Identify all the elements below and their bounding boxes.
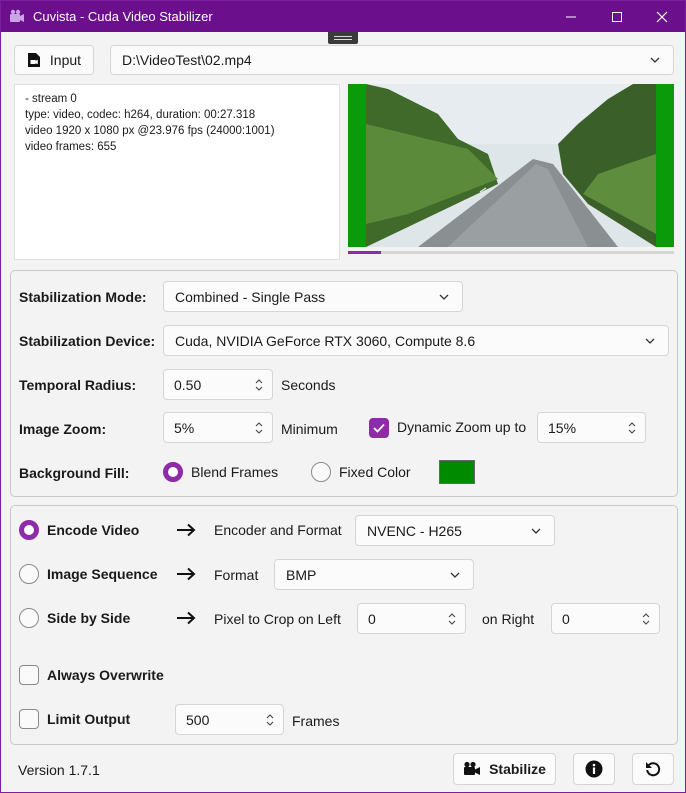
preview-progress-track[interactable] bbox=[348, 251, 674, 254]
crop-left-value: 0 bbox=[368, 610, 376, 627]
maximize-button[interactable] bbox=[594, 1, 640, 32]
chevron-down-icon bbox=[645, 338, 655, 344]
fixed-color-label: Fixed Color bbox=[339, 464, 411, 480]
info-line: - stream 0 bbox=[25, 93, 77, 105]
encode-video-radio[interactable] bbox=[19, 520, 39, 540]
preview-progress-fill bbox=[348, 251, 381, 254]
limit-frames-value: 500 bbox=[186, 711, 210, 728]
image-zoom-suffix: Minimum bbox=[281, 421, 338, 437]
image-sequence-radio[interactable] bbox=[19, 564, 39, 584]
limit-frames-spinbox[interactable]: 500 bbox=[175, 704, 284, 735]
info-line: video frames: 655 bbox=[25, 141, 117, 153]
dynamic-zoom-checkbox[interactable] bbox=[369, 418, 389, 438]
image-sequence-label: Image Sequence bbox=[47, 566, 158, 582]
temporal-radius-unit: Seconds bbox=[281, 377, 336, 393]
arrow-right-icon bbox=[177, 523, 196, 537]
version-label: Version 1.7.1 bbox=[18, 762, 100, 778]
image-zoom-value: 5% bbox=[174, 419, 195, 436]
side-by-side-label: Side by Side bbox=[47, 610, 131, 626]
reset-icon bbox=[646, 762, 661, 777]
background-fill-label: Background Fill: bbox=[19, 465, 130, 481]
side-by-side-radio[interactable] bbox=[19, 608, 39, 628]
input-file-path: D:\VideoTest\02.mp4 bbox=[122, 52, 252, 68]
close-button[interactable] bbox=[639, 1, 685, 32]
spin-arrows-icon[interactable] bbox=[254, 378, 264, 392]
stabilization-mode-label: Stabilization Mode: bbox=[19, 289, 147, 305]
spin-arrows-icon[interactable] bbox=[447, 612, 457, 626]
encoder-format-label: Encoder and Format bbox=[214, 522, 342, 538]
blend-frames-label: Blend Frames bbox=[191, 464, 279, 480]
spin-arrows-icon[interactable] bbox=[265, 713, 275, 727]
crop-left-spinbox[interactable]: 0 bbox=[357, 603, 466, 634]
video-preview bbox=[348, 84, 674, 247]
close-icon bbox=[656, 11, 668, 22]
file-icon bbox=[27, 53, 40, 67]
info-button[interactable] bbox=[573, 753, 615, 785]
on-right-label: on Right bbox=[482, 611, 535, 627]
app-logo-icon bbox=[10, 9, 24, 22]
always-overwrite-checkbox[interactable] bbox=[19, 665, 39, 685]
minimize-button[interactable] bbox=[548, 1, 594, 32]
temporal-radius-spinbox[interactable]: 0.50 bbox=[163, 369, 273, 400]
stabilize-button-label: Stabilize bbox=[489, 761, 546, 777]
panel-drag-handle[interactable] bbox=[328, 32, 358, 44]
reset-button[interactable] bbox=[632, 753, 674, 785]
image-format-combo[interactable]: BMP bbox=[274, 559, 474, 590]
stabilization-device-label: Stabilization Device: bbox=[19, 333, 156, 349]
info-line: type: video, codec: h264, duration: 00:2… bbox=[25, 109, 256, 121]
checkmark-icon bbox=[373, 423, 385, 433]
crop-right-value: 0 bbox=[562, 610, 570, 627]
window-title: Cuvista - Cuda Video Stabilizer bbox=[33, 9, 213, 24]
info-icon bbox=[585, 760, 603, 778]
limit-output-checkbox[interactable] bbox=[19, 709, 39, 729]
encoder-format-combo[interactable]: NVENC - H265 bbox=[355, 515, 555, 546]
spin-arrows-icon[interactable] bbox=[627, 421, 637, 435]
minimize-icon bbox=[566, 16, 576, 17]
video-info-panel: - stream 0 type: video, codec: h264, dur… bbox=[14, 84, 340, 260]
chevron-down-icon bbox=[439, 294, 449, 300]
stabilization-mode-combo[interactable]: Combined - Single Pass bbox=[163, 281, 463, 312]
info-line: video 1920 x 1080 px @23.976 fps (24000:… bbox=[25, 125, 275, 137]
stabilization-device-combo[interactable]: Cuda, NVIDIA GeForce RTX 3060, Compute 8… bbox=[163, 325, 669, 356]
always-overwrite-label: Always Overwrite bbox=[47, 667, 164, 683]
input-button-label: Input bbox=[49, 52, 82, 68]
stabilize-button[interactable]: Stabilize bbox=[453, 753, 556, 785]
chevron-down-icon bbox=[650, 57, 660, 63]
video-frame-image bbox=[348, 84, 674, 247]
fixed-color-swatch[interactable] bbox=[439, 460, 475, 484]
video-camera-icon bbox=[464, 761, 481, 775]
spin-arrows-icon[interactable] bbox=[254, 421, 264, 435]
temporal-radius-label: Temporal Radius: bbox=[19, 377, 137, 393]
arrow-right-icon bbox=[177, 611, 196, 625]
image-zoom-spinbox[interactable]: 5% bbox=[163, 412, 273, 443]
chevron-down-icon bbox=[450, 572, 460, 578]
image-zoom-label: Image Zoom: bbox=[19, 421, 107, 437]
limit-output-label: Limit Output bbox=[47, 711, 131, 727]
temporal-radius-value: 0.50 bbox=[174, 376, 202, 393]
dynamic-zoom-value: 15% bbox=[548, 419, 577, 436]
input-file-combo[interactable]: D:\VideoTest\02.mp4 bbox=[110, 45, 674, 75]
title-bar: Cuvista - Cuda Video Stabilizer bbox=[1, 1, 685, 32]
app-window: Cuvista - Cuda Video Stabilizer Input D:… bbox=[0, 0, 686, 793]
frames-label: Frames bbox=[292, 713, 340, 729]
crop-left-label: Pixel to Crop on Left bbox=[214, 611, 341, 627]
chevron-down-icon bbox=[531, 528, 541, 534]
fixed-color-radio[interactable] bbox=[311, 462, 331, 482]
image-format-value: BMP bbox=[286, 566, 317, 583]
dynamic-zoom-spinbox[interactable]: 15% bbox=[537, 412, 646, 443]
input-button[interactable]: Input bbox=[14, 45, 94, 75]
encoder-format-value: NVENC - H265 bbox=[367, 522, 462, 539]
maximize-icon bbox=[612, 11, 622, 22]
blend-frames-radio[interactable] bbox=[163, 462, 183, 482]
crop-right-spinbox[interactable]: 0 bbox=[551, 603, 660, 634]
arrow-right-icon bbox=[177, 567, 196, 581]
format-label: Format bbox=[214, 567, 259, 583]
encode-video-label: Encode Video bbox=[47, 522, 140, 538]
spin-arrows-icon[interactable] bbox=[641, 612, 651, 626]
stabilization-device-value: Cuda, NVIDIA GeForce RTX 3060, Compute 8… bbox=[175, 332, 476, 349]
dynamic-zoom-label: Dynamic Zoom up to bbox=[397, 419, 527, 435]
stabilization-mode-value: Combined - Single Pass bbox=[175, 288, 326, 305]
